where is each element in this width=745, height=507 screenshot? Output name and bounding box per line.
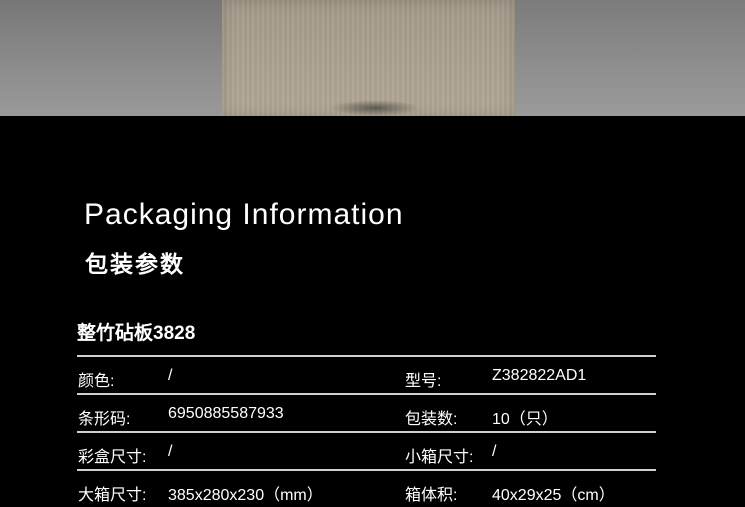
spec-row: 条形码: 6950885587933 包装数: 10（只） xyxy=(77,393,656,431)
spec-value: Z382822AD1 xyxy=(492,367,587,384)
spec-value: 10（只） xyxy=(492,411,558,428)
spec-label: 彩盒尺寸: xyxy=(78,449,147,466)
spec-value: / xyxy=(492,443,497,460)
spec-label: 小箱尺寸: xyxy=(405,449,474,466)
product-photo xyxy=(0,0,745,116)
spec-row: 大箱尺寸: 385x280x230（mm） 箱体积: 40x29x25（cm） xyxy=(77,469,656,507)
spec-value: / xyxy=(168,443,173,460)
photo-background-left xyxy=(0,0,222,116)
spec-label: 包装数: xyxy=(405,411,458,428)
spec-row: 彩盒尺寸: / 小箱尺寸: / xyxy=(77,431,656,469)
spec-label: 大箱尺寸: xyxy=(78,487,147,504)
spec-value: / xyxy=(168,367,173,384)
board-grain xyxy=(222,0,515,116)
spec-value: 385x280x230（mm） xyxy=(168,487,323,504)
spec-value: 6950885587933 xyxy=(168,405,284,422)
spec-label: 型号: xyxy=(405,373,442,390)
product-name: 整竹砧板3828 xyxy=(77,323,196,344)
spec-label: 箱体积: xyxy=(405,487,458,504)
spec-row: 颜色: / 型号: Z382822AD1 xyxy=(77,355,656,393)
photo-background-right xyxy=(515,0,745,116)
section-title-english: Packaging Information xyxy=(84,198,404,231)
cutting-board-image xyxy=(222,0,515,116)
board-shadow xyxy=(330,100,420,116)
spec-label: 颜色: xyxy=(78,373,115,390)
section-title-chinese: 包装参数 xyxy=(85,251,185,277)
spec-table: 颜色: / 型号: Z382822AD1 条形码: 6950885587933 … xyxy=(77,355,656,507)
spec-label: 条形码: xyxy=(78,411,131,428)
spec-value: 40x29x25（cm） xyxy=(492,487,615,504)
